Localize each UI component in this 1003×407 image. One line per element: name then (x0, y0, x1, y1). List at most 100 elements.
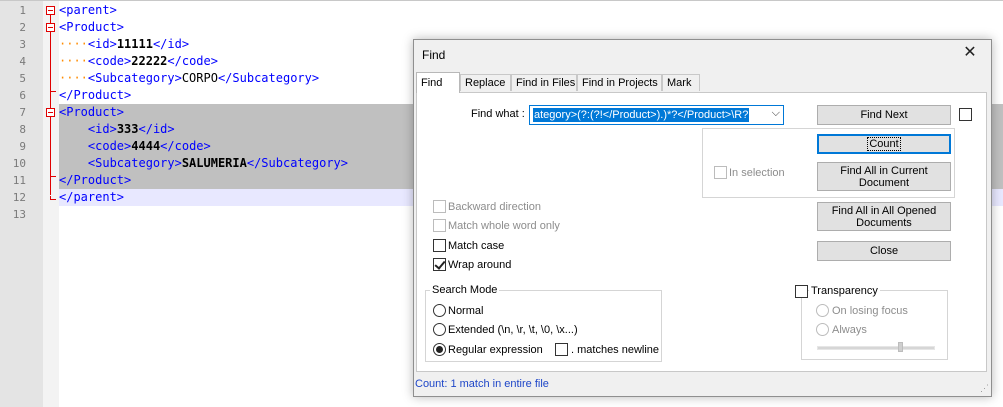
transparency-checkbox[interactable] (795, 285, 808, 298)
xml-tag: <Subcategory> (87, 156, 182, 170)
whole-word-checkbox (433, 219, 446, 232)
matches-newline-label[interactable]: . matches newline (571, 344, 659, 356)
fold-line (50, 32, 51, 92)
fold-end-marker (50, 196, 56, 200)
close-icon[interactable]: ✕ (963, 45, 977, 61)
line-number: 3 (19, 38, 26, 51)
tab-find[interactable]: Find (416, 72, 460, 93)
xml-tag: </code> (167, 54, 218, 68)
xml-tag: </id> (152, 37, 190, 51)
tab-replace[interactable]: Replace (460, 74, 511, 91)
whitespace-dots: ···· (59, 54, 88, 68)
xml-tag: <parent> (59, 3, 117, 17)
fold-line (50, 117, 51, 177)
xml-tag: </Subcategory> (246, 156, 349, 170)
transparency-slider (817, 346, 935, 350)
xml-value: 4444 (131, 139, 161, 153)
extended-radio[interactable] (433, 323, 446, 336)
wrap-around-checkbox[interactable] (433, 258, 446, 271)
always-label: Always (832, 324, 867, 336)
fold-line (50, 15, 51, 23)
xml-tag: <Subcategory> (87, 71, 182, 85)
always-radio (816, 323, 829, 336)
xml-tag: </Product> (59, 88, 132, 102)
find-all-current-button[interactable]: Find All in Current Document (817, 162, 951, 191)
chevron-down-icon[interactable]: ⌵ (772, 107, 780, 120)
find-all-current-label-2: Document (858, 177, 910, 189)
regex-radio[interactable] (433, 343, 446, 356)
line-number: 9 (19, 140, 26, 153)
status-message: Count: 1 match in entire file (415, 378, 549, 390)
wrap-around-label[interactable]: Wrap around (448, 259, 511, 271)
count-button-label: Count (867, 137, 901, 151)
find-what-combobox[interactable]: ategory>(?:(?!</Product>).)*?</Product>\… (529, 105, 784, 125)
match-case-label[interactable]: Match case (448, 240, 504, 252)
matches-newline-checkbox[interactable] (555, 343, 568, 356)
find-what-label: Find what : (471, 108, 525, 120)
line-number: 10 (12, 157, 26, 170)
xml-tag: </Subcategory> (217, 71, 320, 85)
line-number: 5 (19, 72, 26, 85)
close-button[interactable]: Close (817, 241, 951, 261)
xml-tag: </Product> (59, 173, 132, 187)
fold-line (50, 92, 51, 108)
xml-value: 22222 (131, 54, 168, 68)
backward-direction-checkbox (433, 200, 446, 213)
fold-collapse-icon[interactable] (46, 6, 55, 15)
xml-tag: </code> (160, 139, 211, 153)
transparency-label[interactable]: Transparency (809, 285, 880, 297)
fold-line (50, 177, 51, 195)
find-next-button[interactable]: Find Next (817, 105, 951, 125)
resize-grip-icon[interactable]: ⋰ (980, 383, 989, 394)
normal-label[interactable]: Normal (448, 305, 483, 317)
find-next-option-checkbox[interactable] (959, 108, 972, 121)
line-number: 13 (12, 208, 26, 221)
whitespace-dots: ···· (59, 71, 88, 85)
fold-collapse-icon[interactable] (46, 23, 55, 32)
xml-tag: <Product> (59, 20, 125, 34)
whitespace-dots: ···· (59, 37, 88, 51)
line-number: 2 (19, 21, 26, 34)
normal-radio[interactable] (433, 304, 446, 317)
xml-tag: </parent> (59, 190, 125, 204)
line-number: 4 (19, 55, 26, 68)
code-line[interactable]: <parent> (59, 2, 1003, 19)
xml-value: SALUMERIA (181, 156, 247, 170)
fold-margin (43, 1, 59, 407)
tab-mark[interactable]: Mark (662, 74, 700, 91)
tab-find-in-projects[interactable]: Find in Projects (577, 74, 662, 91)
xml-tag: <id> (87, 37, 117, 51)
line-number: 1 (19, 4, 26, 17)
editor-top-border (0, 0, 1003, 1)
whole-word-label: Match whole word only (448, 220, 560, 232)
tab-find-in-files[interactable]: Find in Files (511, 74, 577, 91)
xml-tag: <id> (87, 122, 117, 136)
on-losing-focus-label: On losing focus (832, 305, 908, 317)
xml-value: 11111 (116, 37, 153, 51)
xml-tag: <code> (87, 54, 132, 68)
xml-tag: </id> (138, 122, 175, 136)
count-button[interactable]: Count (817, 134, 951, 154)
find-all-opened-label-1: Find All in All Opened (831, 205, 937, 217)
in-selection-checkbox (714, 166, 727, 179)
find-all-opened-label-2: Documents (856, 217, 912, 229)
find-all-opened-button[interactable]: Find All in All Opened Documents (817, 202, 951, 231)
status-bar: Count: 1 match in entire file ⋰ (414, 374, 991, 396)
xml-tag: <code> (87, 139, 132, 153)
dialog-title: Find (422, 48, 446, 62)
regex-label[interactable]: Regular expression (448, 344, 543, 356)
xml-value: 333 (116, 122, 139, 136)
code-line[interactable]: <Product> (59, 19, 1003, 36)
xml-value: CORPO (181, 71, 218, 85)
line-number: 7 (19, 106, 26, 119)
find-what-input[interactable]: ategory>(?:(?!</Product>).)*?</Product>\… (533, 108, 750, 122)
line-number: 6 (19, 89, 26, 102)
find-dialog: Find ✕ Find Replace Find in Files Find i… (413, 39, 992, 397)
extended-label[interactable]: Extended (\n, \r, \t, \0, \x...) (448, 324, 578, 336)
fold-collapse-icon[interactable] (46, 108, 55, 117)
search-mode-title: Search Mode (430, 284, 500, 296)
match-case-checkbox[interactable] (433, 239, 446, 252)
